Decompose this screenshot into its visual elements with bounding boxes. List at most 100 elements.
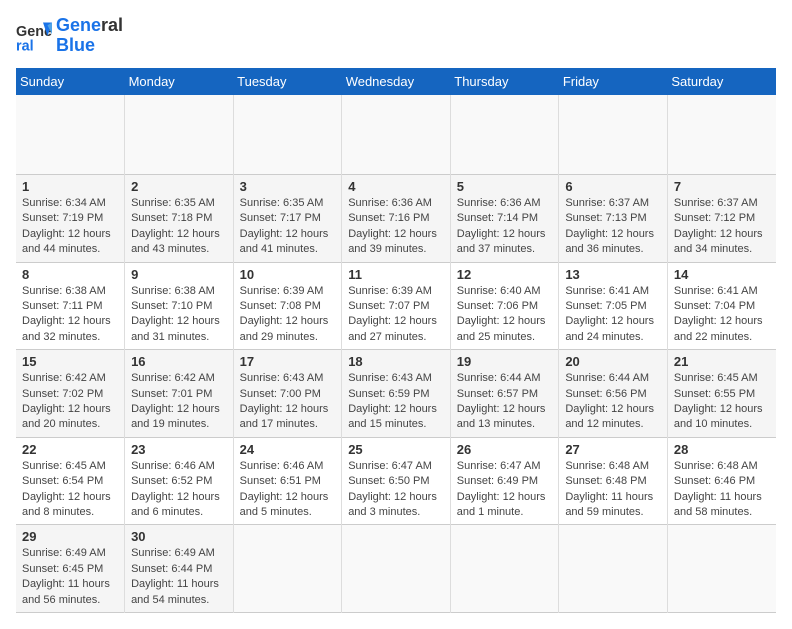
day-info: Sunrise: 6:48 AMSunset: 6:48 PMDaylight:… xyxy=(565,459,663,521)
day-info: Sunrise: 6:42 AMSunset: 7:01 PMDaylight:… xyxy=(131,371,229,433)
calendar-cell: 3Sunrise: 6:35 AMSunset: 7:17 PMDaylight… xyxy=(233,175,342,263)
day-info: Sunrise: 6:46 AMSunset: 6:52 PMDaylight:… xyxy=(131,459,229,521)
calendar-cell xyxy=(559,95,668,175)
day-number: 6 xyxy=(565,179,663,194)
calendar-week-row: 15Sunrise: 6:42 AMSunset: 7:02 PMDayligh… xyxy=(16,350,776,438)
day-info: Sunrise: 6:38 AMSunset: 7:10 PMDaylight:… xyxy=(131,284,229,346)
day-number: 21 xyxy=(674,354,772,369)
calendar-cell: 19Sunrise: 6:44 AMSunset: 6:57 PMDayligh… xyxy=(450,350,559,438)
day-number: 30 xyxy=(131,529,229,544)
calendar-cell xyxy=(667,525,776,613)
day-info: Sunrise: 6:36 AMSunset: 7:14 PMDaylight:… xyxy=(457,196,555,258)
calendar-cell: 8 Sunrise: 6:38 AMSunset: 7:11 PMDaylight… xyxy=(16,262,125,350)
calendar-cell xyxy=(342,525,451,613)
day-number: 3 xyxy=(240,179,338,194)
day-info: Sunrise: 6:43 AMSunset: 7:00 PMDaylight:… xyxy=(240,371,338,433)
calendar-cell: 30 Sunrise: 6:49 AMSunset: 6:44 PMDayligh… xyxy=(125,525,234,613)
day-number: 17 xyxy=(240,354,338,369)
calendar-cell: 15Sunrise: 6:42 AMSunset: 7:02 PMDayligh… xyxy=(16,350,125,438)
day-number: 4 xyxy=(348,179,446,194)
logo-name: General Blue xyxy=(56,16,123,56)
calendar-cell: 29Sunrise: 6:49 AMSunset: 6:45 PMDayligh… xyxy=(16,525,125,613)
calendar-week-row: 1Sunrise: 6:34 AMSunset: 7:19 PMDaylight… xyxy=(16,175,776,263)
col-header-monday: Monday xyxy=(125,68,234,95)
day-number: 25 xyxy=(348,442,446,457)
day-info: Sunrise: 6:35 AMSunset: 7:18 PMDaylight:… xyxy=(131,196,229,258)
col-header-friday: Friday xyxy=(559,68,668,95)
day-info: Sunrise: 6:45 AMSunset: 6:55 PMDaylight:… xyxy=(674,371,772,433)
calendar-week-row: 22 Sunrise: 6:45 AMSunset: 6:54 PMDayligh… xyxy=(16,437,776,525)
calendar-cell: 21 Sunrise: 6:45 AMSunset: 6:55 PMDayligh… xyxy=(667,350,776,438)
calendar-cell: 10Sunrise: 6:39 AMSunset: 7:08 PMDayligh… xyxy=(233,262,342,350)
day-info: Sunrise: 6:41 AMSunset: 7:05 PMDaylight:… xyxy=(565,284,663,346)
calendar-cell xyxy=(233,95,342,175)
day-number: 2 xyxy=(131,179,229,194)
calendar-cell xyxy=(342,95,451,175)
day-info: Sunrise: 6:34 AMSunset: 7:19 PMDaylight:… xyxy=(22,196,120,258)
calendar-cell: 2 Sunrise: 6:35 AMSunset: 7:18 PMDaylight… xyxy=(125,175,234,263)
day-number: 22 xyxy=(22,442,120,457)
col-header-tuesday: Tuesday xyxy=(233,68,342,95)
day-info: Sunrise: 6:42 AMSunset: 7:02 PMDaylight:… xyxy=(22,371,120,433)
day-info: Sunrise: 6:47 AMSunset: 6:50 PMDaylight:… xyxy=(348,459,446,521)
day-info: Sunrise: 6:38 AMSunset: 7:11 PMDaylight:… xyxy=(22,284,120,346)
calendar-cell: 22 Sunrise: 6:45 AMSunset: 6:54 PMDayligh… xyxy=(16,437,125,525)
day-number: 8 xyxy=(22,267,120,282)
calendar-cell xyxy=(16,95,125,175)
logo-icon: Gene ral xyxy=(16,18,52,54)
logo: Gene ral General Blue xyxy=(16,16,123,56)
calendar-cell: 28 Sunrise: 6:48 AMSunset: 6:46 PMDayligh… xyxy=(667,437,776,525)
calendar-cell: 1Sunrise: 6:34 AMSunset: 7:19 PMDaylight… xyxy=(16,175,125,263)
calendar-cell xyxy=(559,525,668,613)
calendar-cell: 14 Sunrise: 6:41 AMSunset: 7:04 PMDayligh… xyxy=(667,262,776,350)
day-info: Sunrise: 6:44 AMSunset: 6:57 PMDaylight:… xyxy=(457,371,555,433)
day-number: 10 xyxy=(240,267,338,282)
day-info: Sunrise: 6:43 AMSunset: 6:59 PMDaylight:… xyxy=(348,371,446,433)
day-number: 9 xyxy=(131,267,229,282)
calendar-cell: 26Sunrise: 6:47 AMSunset: 6:49 PMDayligh… xyxy=(450,437,559,525)
calendar-cell: 23 Sunrise: 6:46 AMSunset: 6:52 PMDayligh… xyxy=(125,437,234,525)
calendar-week-row: 8 Sunrise: 6:38 AMSunset: 7:11 PMDaylight… xyxy=(16,262,776,350)
calendar-cell xyxy=(450,525,559,613)
svg-text:ral: ral xyxy=(16,38,34,54)
day-info: Sunrise: 6:49 AMSunset: 6:45 PMDaylight:… xyxy=(22,546,120,608)
calendar-cell: 20 Sunrise: 6:44 AMSunset: 6:56 PMDayligh… xyxy=(559,350,668,438)
day-number: 11 xyxy=(348,267,446,282)
calendar-cell: 16 Sunrise: 6:42 AMSunset: 7:01 PMDayligh… xyxy=(125,350,234,438)
calendar-cell: 6 Sunrise: 6:37 AMSunset: 7:13 PMDaylight… xyxy=(559,175,668,263)
day-number: 18 xyxy=(348,354,446,369)
calendar-cell: 11Sunrise: 6:39 AMSunset: 7:07 PMDayligh… xyxy=(342,262,451,350)
calendar-cell: 4 Sunrise: 6:36 AMSunset: 7:16 PMDaylight… xyxy=(342,175,451,263)
day-number: 20 xyxy=(565,354,663,369)
day-number: 14 xyxy=(674,267,772,282)
day-info: Sunrise: 6:44 AMSunset: 6:56 PMDaylight:… xyxy=(565,371,663,433)
day-info: Sunrise: 6:41 AMSunset: 7:04 PMDaylight:… xyxy=(674,284,772,346)
day-info: Sunrise: 6:49 AMSunset: 6:44 PMDaylight:… xyxy=(131,546,229,608)
day-info: Sunrise: 6:37 AMSunset: 7:12 PMDaylight:… xyxy=(674,196,772,258)
day-info: Sunrise: 6:40 AMSunset: 7:06 PMDaylight:… xyxy=(457,284,555,346)
day-info: Sunrise: 6:45 AMSunset: 6:54 PMDaylight:… xyxy=(22,459,120,521)
col-header-wednesday: Wednesday xyxy=(342,68,451,95)
day-number: 26 xyxy=(457,442,555,457)
calendar-cell: 27 Sunrise: 6:48 AMSunset: 6:48 PMDayligh… xyxy=(559,437,668,525)
day-info: Sunrise: 6:36 AMSunset: 7:16 PMDaylight:… xyxy=(348,196,446,258)
calendar-cell: 7 Sunrise: 6:37 AMSunset: 7:12 PMDaylight… xyxy=(667,175,776,263)
day-number: 16 xyxy=(131,354,229,369)
col-header-saturday: Saturday xyxy=(667,68,776,95)
calendar-cell: 17 Sunrise: 6:43 AMSunset: 7:00 PMDayligh… xyxy=(233,350,342,438)
col-header-thursday: Thursday xyxy=(450,68,559,95)
calendar-cell: 9 Sunrise: 6:38 AMSunset: 7:10 PMDaylight… xyxy=(125,262,234,350)
day-number: 5 xyxy=(457,179,555,194)
day-number: 7 xyxy=(674,179,772,194)
day-info: Sunrise: 6:48 AMSunset: 6:46 PMDaylight:… xyxy=(674,459,772,521)
calendar-cell: 18 Sunrise: 6:43 AMSunset: 6:59 PMDayligh… xyxy=(342,350,451,438)
day-number: 28 xyxy=(674,442,772,457)
col-header-sunday: Sunday xyxy=(16,68,125,95)
day-number: 27 xyxy=(565,442,663,457)
day-number: 23 xyxy=(131,442,229,457)
day-info: Sunrise: 6:37 AMSunset: 7:13 PMDaylight:… xyxy=(565,196,663,258)
calendar-week-row xyxy=(16,95,776,175)
page-header: Gene ral General Blue xyxy=(16,16,776,56)
calendar-cell: 25 Sunrise: 6:47 AMSunset: 6:50 PMDayligh… xyxy=(342,437,451,525)
calendar-cell xyxy=(233,525,342,613)
